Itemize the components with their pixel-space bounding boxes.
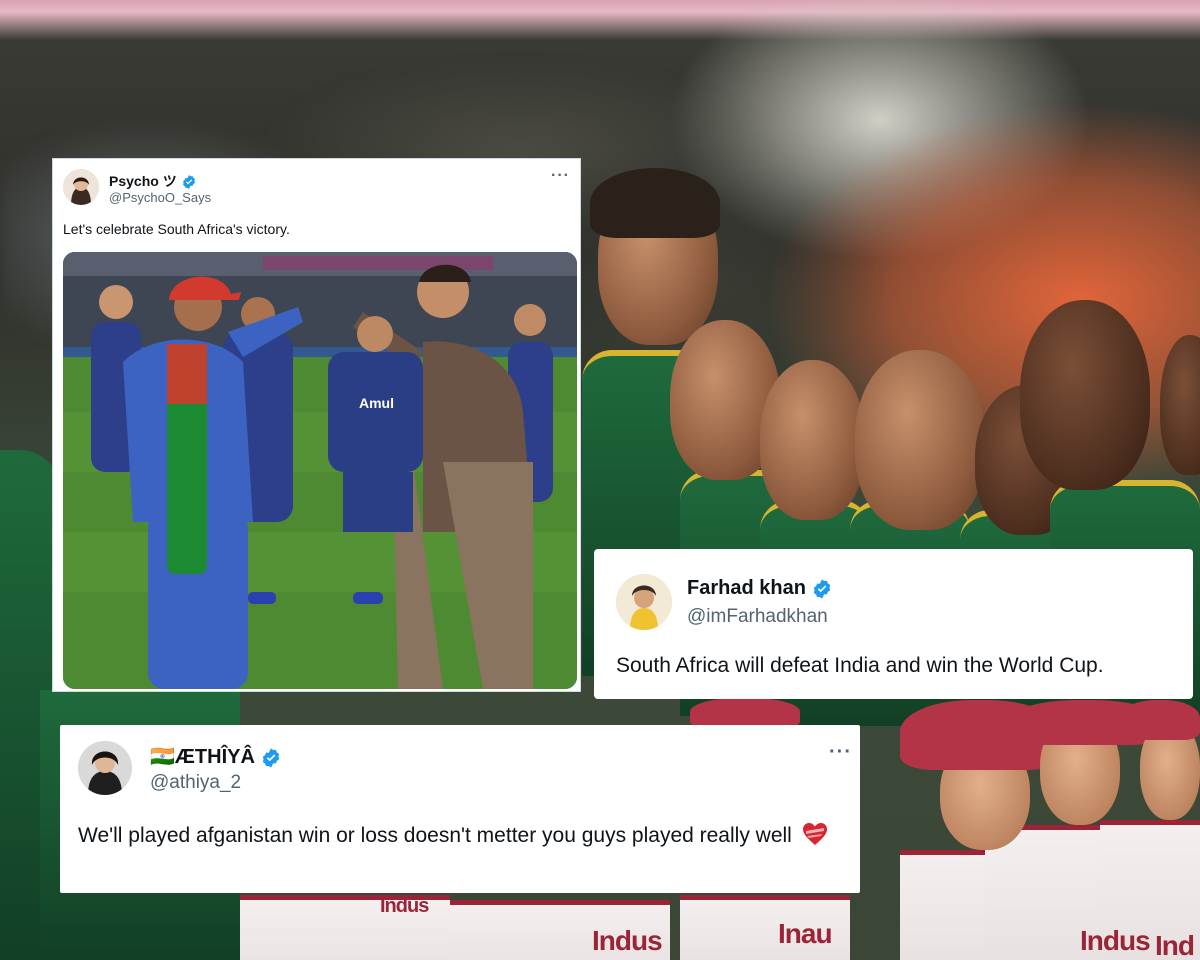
sponsor-text: Inau: [778, 918, 833, 949]
red-heart-icon: [802, 823, 827, 845]
player-head: [855, 350, 985, 530]
verified-badge-icon: [263, 748, 280, 768]
flag-india-icon: 🇮🇳: [150, 746, 175, 768]
kid-cap: [690, 698, 800, 728]
avatar[interactable]: [616, 574, 672, 630]
avatar[interactable]: [63, 169, 99, 205]
display-name[interactable]: Farhad khan: [687, 577, 833, 600]
sponsor-text: Ind: [1155, 930, 1195, 960]
jersey-sponsor-text: Amul: [359, 395, 394, 411]
kid-cap: [1120, 700, 1200, 740]
tweet-card[interactable]: Psycho ツ @PsychoO_Says ··· Let's celebra…: [52, 158, 581, 692]
display-name[interactable]: Psycho ツ: [109, 171, 197, 191]
tweet-card[interactable]: Farhad khan @imFarhadkhan South Africa w…: [594, 549, 1193, 699]
more-options-icon[interactable]: ···: [551, 167, 570, 185]
player-hair: [590, 168, 720, 238]
player-head: [1020, 300, 1150, 490]
sponsor-text: Indus: [1080, 925, 1151, 956]
avatar[interactable]: [78, 741, 132, 795]
tweet-text: We'll played afganistan win or loss does…: [78, 819, 858, 852]
celebration-photo: Amul: [63, 252, 577, 689]
tweet-card[interactable]: 🇮🇳ÆTHÎYÂ @athiya_2 ··· We'll played afga…: [60, 725, 860, 893]
more-options-icon[interactable]: ···: [829, 741, 852, 764]
sponsor-text: Indus: [380, 895, 429, 917]
verified-badge-icon: [182, 175, 195, 190]
user-handle[interactable]: @imFarhadkhan: [687, 606, 828, 628]
tweet-text: South Africa will defeat India and win t…: [616, 654, 1104, 677]
verified-badge-icon: [814, 579, 831, 599]
tweet-media-image[interactable]: Amul: [63, 252, 577, 689]
player-head: [760, 360, 865, 520]
user-handle[interactable]: @PsychoO_Says: [109, 190, 211, 205]
tweet-text-body: We'll played afganistan win or loss does…: [78, 824, 792, 847]
user-handle[interactable]: @athiya_2: [150, 772, 241, 794]
display-name[interactable]: 🇮🇳ÆTHÎYÂ: [150, 744, 282, 769]
tweet-text: Let's celebrate South Africa's victory.: [63, 221, 290, 237]
sponsor-text: Indus: [592, 925, 663, 956]
